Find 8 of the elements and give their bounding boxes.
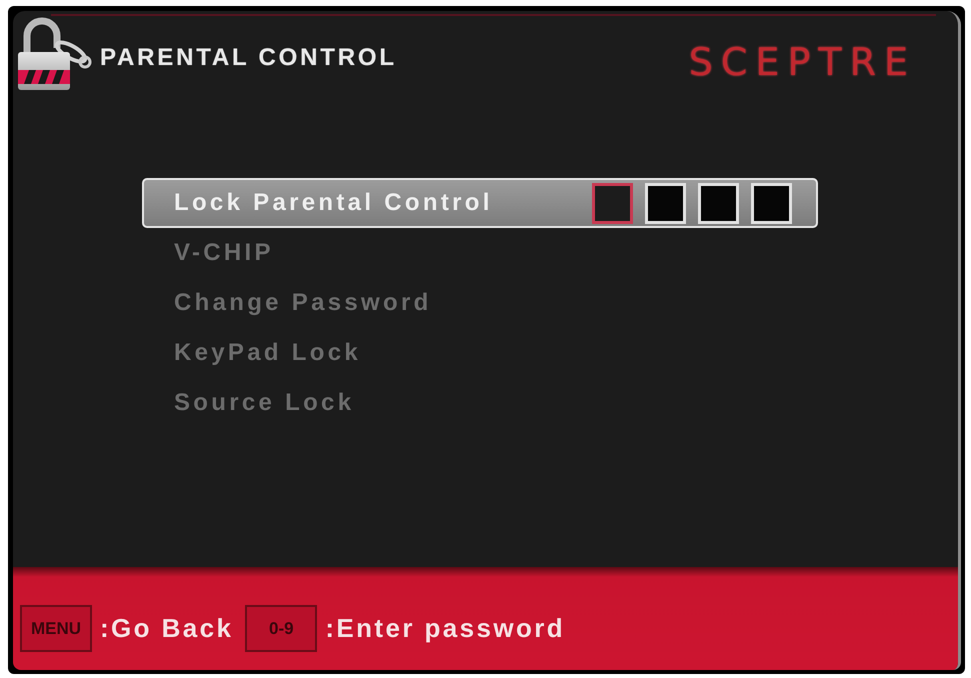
password-digit-field[interactable]: [592, 182, 633, 224]
brand-logo: SCEPTRE: [688, 39, 916, 81]
hint-text: :Enter password: [325, 612, 566, 645]
menu-title: PARENTAL CONTROL: [100, 44, 397, 73]
remote-key-label: 0-9: [245, 605, 318, 652]
hint-text: :Go Back: [100, 612, 234, 645]
remote-key-label: MENU: [20, 605, 92, 652]
menu-item[interactable]: Lock Parental Control: [142, 178, 818, 228]
